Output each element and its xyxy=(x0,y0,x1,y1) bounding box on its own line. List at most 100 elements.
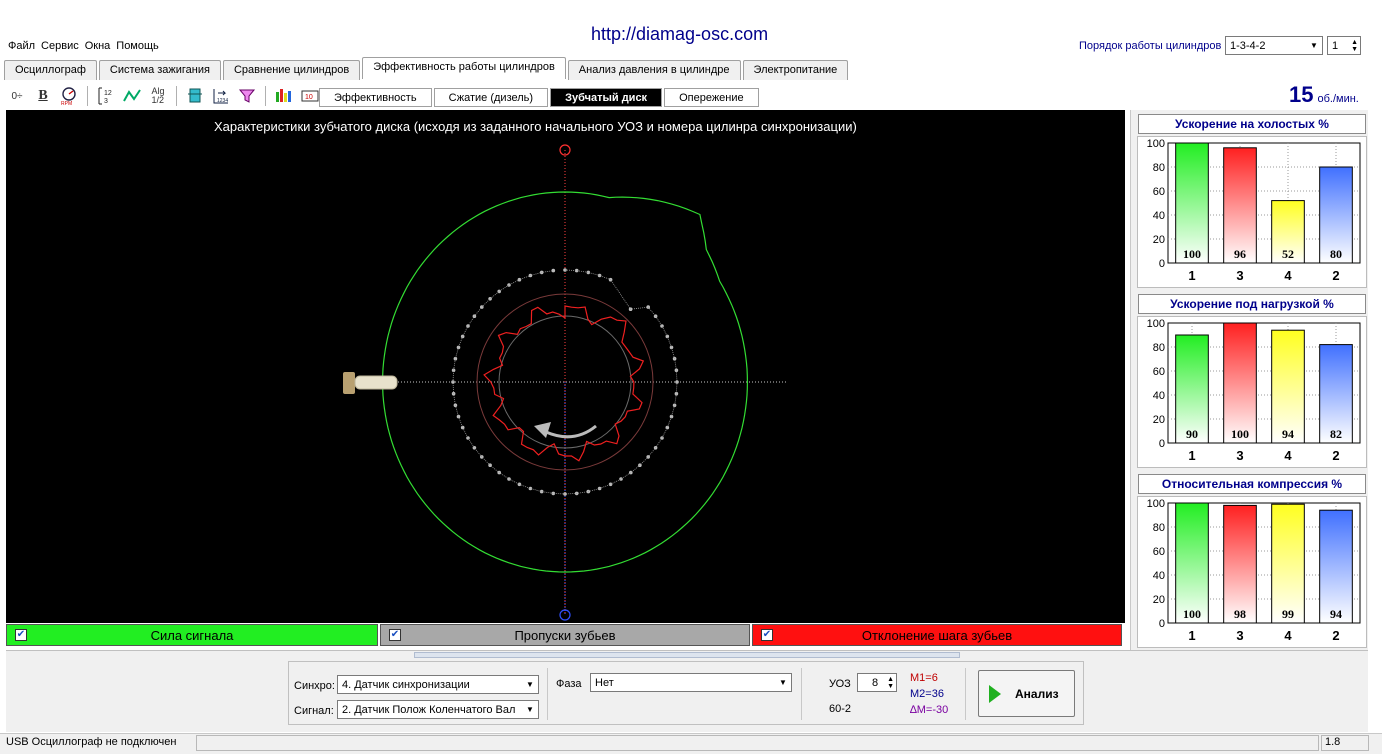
category-label: 2 xyxy=(1332,268,1339,283)
toolbar-separator xyxy=(265,86,266,106)
tab-cylinder-comparison[interactable]: Сравнение цилиндров xyxy=(222,60,361,80)
sync-sensor-select[interactable]: 4. Датчик синхронизации ▼ xyxy=(337,675,539,694)
y-tick-label: 100 xyxy=(1147,318,1165,330)
zoom-vertical-icon[interactable]: 0÷ xyxy=(6,85,28,107)
disk-plot xyxy=(343,144,786,621)
checkbox-pitch-deviation[interactable]: ✔ xyxy=(761,629,773,641)
counter-icon[interactable]: 10 xyxy=(299,85,321,107)
bar xyxy=(1271,503,1305,624)
chart-title-relative-compression: Относительная компрессия % xyxy=(1138,474,1366,494)
tab-power-supply[interactable]: Электропитание xyxy=(742,60,849,80)
phase-select[interactable]: Нет ▼ xyxy=(590,673,792,692)
y-tick-label: 80 xyxy=(1153,522,1165,534)
toothed-disk-display: Характеристики зубчатого диска (исходя и… xyxy=(6,110,1125,623)
menu-file[interactable]: Файл xyxy=(8,40,35,54)
chevron-down-icon[interactable]: ▼ xyxy=(522,705,538,714)
spin-arrows-icon[interactable]: ▲ ▼ xyxy=(887,676,896,690)
subtab-advance[interactable]: Опережение xyxy=(664,88,759,107)
y-tick-label: 20 xyxy=(1153,414,1165,426)
tab-cylinder-efficiency[interactable]: Эффективность работы цилиндров xyxy=(362,57,566,79)
cylinder-order-select[interactable]: 1-3-4-2 ▼ xyxy=(1225,36,1323,55)
tooth-mark xyxy=(665,425,670,430)
rpm-readout: 15 об./мин. xyxy=(1289,82,1359,108)
legend-pitch-deviation[interactable]: ✔ Отклонение шага зубьев xyxy=(752,624,1122,646)
legend-missing-teeth[interactable]: ✔ Пропуски зубьев xyxy=(380,624,750,646)
menu-service[interactable]: Сервис xyxy=(41,40,79,54)
cylinder-charts-panel: Ускорение на холостых % 0 20 40 60 80 100 100 1… xyxy=(1130,110,1368,650)
sync-sensor-value: 4. Датчик синхронизации xyxy=(342,678,470,691)
checkbox-missing-teeth[interactable]: ✔ xyxy=(389,629,401,641)
filter-icon[interactable] xyxy=(236,85,258,107)
svg-text:3: 3 xyxy=(104,98,108,105)
separator xyxy=(801,668,802,720)
tooth-mark xyxy=(665,334,670,339)
play-icon xyxy=(989,684,1001,703)
menu-help[interactable]: Помощь xyxy=(116,40,159,54)
analysis-sub-tabs: Эффективность Сжатие (дизель) Зубчатый д… xyxy=(319,88,761,107)
bar-graph-icon[interactable] xyxy=(273,85,295,107)
sync-label: Синхро: xyxy=(294,680,335,692)
chevron-down-icon[interactable]: ▼ xyxy=(775,678,791,687)
y-tick-label: 40 xyxy=(1153,390,1165,402)
rpm-unit: об./мин. xyxy=(1317,93,1359,105)
bar xyxy=(1175,502,1209,624)
cylinder-number-spinner[interactable]: 1 ▲ ▼ xyxy=(1327,36,1361,55)
subtab-efficiency[interactable]: Эффективность xyxy=(319,88,432,107)
bar xyxy=(1223,504,1257,624)
rpm-gauge-icon[interactable]: RPM xyxy=(58,85,80,107)
y-tick-label: 80 xyxy=(1153,342,1165,354)
crank-sensor-icon xyxy=(343,372,398,394)
signal-sensor-select[interactable]: 2. Датчик Полож Коленчатого Вал ▼ xyxy=(337,700,539,719)
separator xyxy=(547,668,548,720)
cylinder-icon[interactable] xyxy=(184,85,206,107)
checkbox-signal-strength[interactable]: ✔ xyxy=(15,629,27,641)
bar xyxy=(1223,322,1257,444)
curve-icon[interactable] xyxy=(121,85,143,107)
legend-signal-strength[interactable]: ✔ Сила сигнала xyxy=(6,624,378,646)
rpm-value: 15 xyxy=(1289,82,1314,107)
numbering-icon[interactable]: 1234 xyxy=(210,85,232,107)
tab-cylinder-pressure[interactable]: Анализ давления в цилиндре xyxy=(567,60,741,80)
tooth-mark xyxy=(507,283,511,287)
tooth-mark xyxy=(517,482,522,487)
spin-arrows-icon[interactable]: ▲ ▼ xyxy=(1351,39,1360,53)
toolbar-separator xyxy=(87,86,88,106)
y-tick-label: 0 xyxy=(1159,618,1165,630)
y-tick-label: 80 xyxy=(1153,162,1165,174)
chart-relative-compression-svg: 0 20 40 60 80 100 100 1 98 3 99 4 94 2 xyxy=(1147,498,1361,643)
svg-text:1234: 1234 xyxy=(217,98,228,104)
ignition-advance-label: УОЗ xyxy=(829,678,851,690)
bar-value-label: 52 xyxy=(1282,247,1294,261)
tab-ignition-system[interactable]: Система зажигания xyxy=(98,60,221,80)
category-label: 3 xyxy=(1236,268,1243,283)
analyze-button[interactable]: Анализ xyxy=(978,670,1075,717)
chevron-down-icon[interactable]: ▼ xyxy=(522,680,538,689)
subtab-diesel-compression[interactable]: Сжатие (дизель) xyxy=(433,88,549,107)
chart-load-acceleration-svg: 0 20 40 60 80 100 90 1 100 3 94 4 82 2 xyxy=(1147,318,1361,463)
tab-oscilloscope[interactable]: Осциллограф xyxy=(4,60,97,80)
panel-splitter[interactable] xyxy=(414,652,960,658)
category-label: 2 xyxy=(1332,628,1339,643)
bar-value-label: 98 xyxy=(1234,607,1246,621)
legend-signal-strength-label: Сила сигнала xyxy=(150,627,234,643)
bar-value-label: 82 xyxy=(1330,427,1342,441)
separator xyxy=(965,668,966,720)
menu-windows[interactable]: Окна xyxy=(85,40,111,54)
subtab-toothed-disk[interactable]: Зубчатый диск xyxy=(550,88,663,107)
bold-icon[interactable]: B xyxy=(32,85,54,107)
chevron-down-icon[interactable]: ▼ xyxy=(1306,41,1322,50)
cylinder-order-value: 1-3-4-2 xyxy=(1230,39,1266,52)
y-tick-label: 0 xyxy=(1159,258,1165,270)
legend-pitch-deviation-label: Отклонение шага зубьев xyxy=(861,627,1013,643)
category-label: 1 xyxy=(1188,628,1195,643)
tooth-mark xyxy=(460,425,465,430)
bar-value-label: 100 xyxy=(1183,607,1201,621)
toolbar-separator xyxy=(176,86,177,106)
bar xyxy=(1175,142,1209,264)
scale-icon[interactable]: 12 3 xyxy=(95,85,117,107)
alg-half-icon[interactable]: Alg 1/2 xyxy=(147,85,169,107)
tooth-mark xyxy=(597,273,602,278)
ignition-advance-spinner[interactable]: 8 ▲ ▼ xyxy=(857,673,897,692)
category-label: 1 xyxy=(1188,448,1195,463)
signal-label: Сигнал: xyxy=(294,705,334,717)
